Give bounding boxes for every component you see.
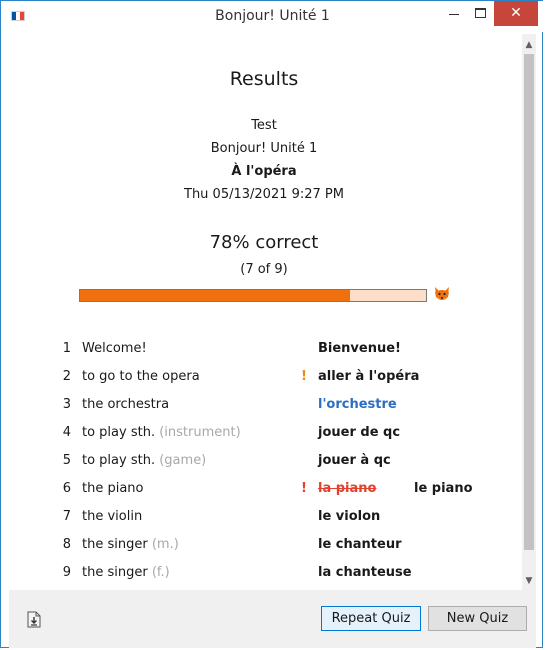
item-number: 4 <box>62 425 71 440</box>
scroll-thumb[interactable] <box>524 54 534 550</box>
french-answer: aller à l'opéra <box>318 369 420 384</box>
score-count: (7 of 9) <box>240 262 288 277</box>
minimize-button[interactable] <box>441 1 467 26</box>
list-item: 7 the violin le violon <box>9 502 519 530</box>
english-text: the violin <box>82 509 143 524</box>
course-name: Bonjour! Unité 1 <box>210 141 318 156</box>
english-text: Welcome! <box>82 341 147 356</box>
scroll-up-icon[interactable]: ▲ <box>522 38 536 52</box>
english-text: to play sth. <box>82 425 156 440</box>
score-progress-bar <box>79 289 427 302</box>
warning-mark-icon: ! <box>301 369 307 384</box>
fox-mascot-icon <box>435 287 449 300</box>
app-window: Bonjour! Unité 1 ✕ Results Test Bonjour!… <box>0 0 544 648</box>
item-number: 1 <box>62 341 71 356</box>
new-quiz-button[interactable]: New Quiz <box>428 606 527 631</box>
english-text: the singer <box>82 537 148 552</box>
scroll-down-icon[interactable]: ▼ <box>522 574 536 588</box>
english-term: the orchestra <box>82 397 169 412</box>
title-bar: Bonjour! Unité 1 ✕ <box>1 1 544 32</box>
quiz-datetime: Thu 05/13/2021 9:27 PM <box>184 187 344 202</box>
lesson-name: À l'opéra <box>231 164 297 179</box>
maximize-button[interactable] <box>467 1 493 26</box>
english-term: the piano <box>82 481 144 496</box>
item-number: 2 <box>62 369 71 384</box>
score-percent: 78% correct <box>209 232 319 253</box>
item-number: 3 <box>62 397 71 412</box>
footer-bar: Repeat Quiz New Quiz <box>9 590 536 648</box>
french-answer: jouer de qc <box>318 425 401 440</box>
list-item: 9 the singer (f.) la chanteuse <box>9 558 519 586</box>
english-term: Welcome! <box>82 341 147 356</box>
english-text: to go to the opera <box>82 369 200 384</box>
english-text: the singer <box>82 565 148 580</box>
english-note: (f.) <box>151 565 170 580</box>
french-answer: Bienvenue! <box>318 341 401 356</box>
item-number: 7 <box>62 509 71 524</box>
list-item: 6 the piano! la piano le piano <box>9 474 519 502</box>
list-item: 2 to go to the opera! aller à l'opéra <box>9 362 519 390</box>
download-file-icon[interactable] <box>27 611 41 628</box>
warning-mark-icon: ! <box>301 481 307 496</box>
close-button[interactable]: ✕ <box>494 1 538 26</box>
vertical-scrollbar[interactable]: ▲ ▼ <box>522 34 536 590</box>
english-term: the violin <box>82 509 142 524</box>
english-term: to play sth. (game) <box>82 453 206 468</box>
results-heading: Results <box>229 68 299 90</box>
english-term: to go to the opera <box>82 369 200 384</box>
english-text: the piano <box>82 481 144 496</box>
item-number: 6 <box>62 481 71 496</box>
english-note: (game) <box>159 453 207 468</box>
french-answer: jouer à qc <box>318 453 391 468</box>
list-item: 4 to play sth. (instrument) jouer de qc <box>9 418 519 446</box>
repeat-quiz-button[interactable]: Repeat Quiz <box>321 606 421 631</box>
list-item: 5 to play sth. (game) jouer à qc <box>9 446 519 474</box>
english-text: to play sth. <box>82 453 156 468</box>
french-answer: le chanteur <box>318 537 402 552</box>
results-panel[interactable]: Results Test Bonjour! Unité 1 À l'opéra … <box>9 34 536 590</box>
english-note: (instrument) <box>159 425 241 440</box>
wrong-answer: la piano <box>318 481 377 496</box>
english-term: to play sth. (instrument) <box>82 425 241 440</box>
list-item: 3 the orchestra l'orchestre <box>9 390 519 418</box>
item-number: 5 <box>62 453 71 468</box>
list-item: 8 the singer (m.) le chanteur <box>9 530 519 558</box>
english-term: the singer (m.) <box>82 537 179 552</box>
score-progress-fill <box>80 290 350 301</box>
english-text: the orchestra <box>82 397 170 412</box>
english-note: (m.) <box>151 537 179 552</box>
item-number: 8 <box>62 537 71 552</box>
french-answer: le violon <box>318 509 381 524</box>
french-answer: l'orchestre <box>318 397 397 412</box>
list-item: 1 Welcome! Bienvenue! <box>9 334 519 362</box>
quiz-type: Test <box>251 118 277 133</box>
correct-answer: le piano <box>414 481 473 496</box>
item-number: 9 <box>62 565 71 580</box>
english-term: the singer (f.) <box>82 565 170 580</box>
french-answer: la chanteuse <box>318 565 412 580</box>
